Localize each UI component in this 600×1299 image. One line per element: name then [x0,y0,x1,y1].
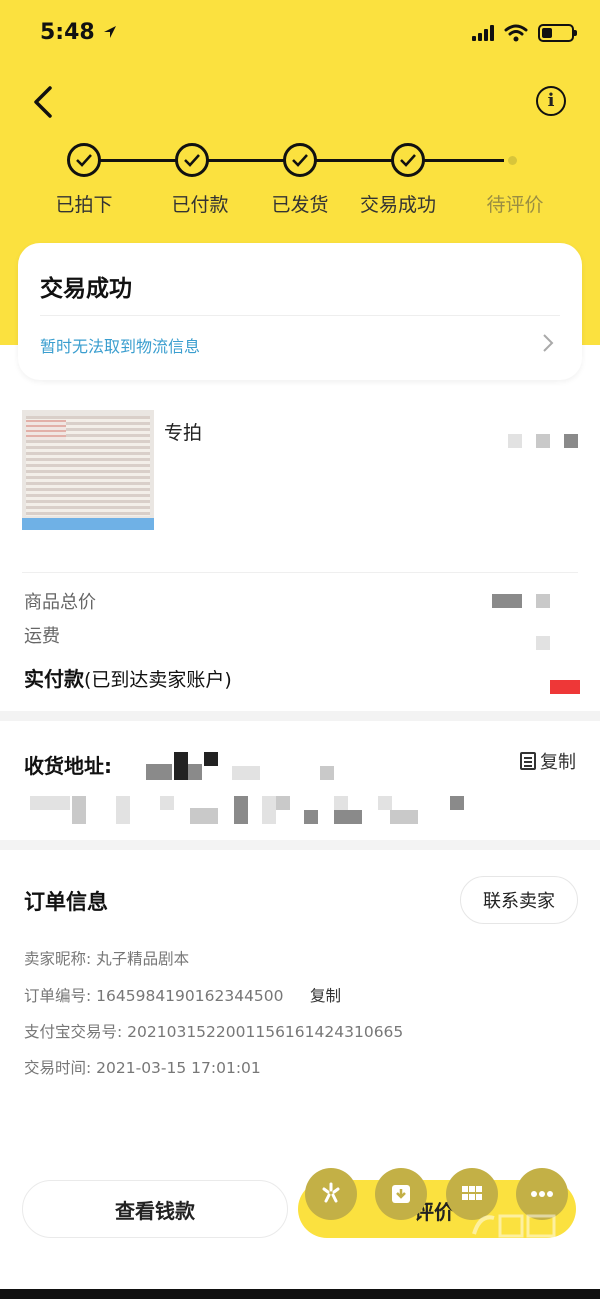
shipping-label: 运费 [24,626,60,647]
step-pending-dot [508,156,517,165]
bottom-edge [0,1289,600,1299]
section-divider [0,711,600,721]
logistics-link[interactable]: 暂时无法取到物流信息 [40,333,200,357]
step-check-icon [67,143,101,177]
divider [22,572,578,573]
redacted-text [508,434,522,448]
order-info-title: 订单信息 [24,890,108,914]
redacted-text [188,764,202,780]
copy-icon [520,752,536,770]
battery-icon [538,24,577,42]
redacted-text [30,796,70,810]
redacted-text [450,796,464,810]
order-number: 订单编号: 1645984190162344500 [24,987,284,1005]
redacted-text [190,808,218,824]
redacted-text [536,636,550,650]
redacted-text [276,796,290,810]
redacted-text [492,594,522,608]
watermark-logo [472,1214,556,1238]
redacted-text [72,796,86,824]
step-label: 交易成功 [359,194,436,216]
status-indicators [472,24,577,42]
redacted-text [334,810,362,824]
redacted-text [334,796,348,810]
download-icon[interactable] [375,1168,427,1220]
redacted-text [564,434,578,448]
divider [40,315,560,316]
cellular-signal-icon [472,25,494,41]
redacted-text [160,796,174,810]
copy-address-button[interactable]: 复制 [520,748,576,774]
chevron-right-icon[interactable] [542,333,554,353]
transaction-time: 交易时间: 2021-03-15 17:01:01 [24,1059,261,1077]
goods-total-label: 商品总价 [24,592,96,613]
redacted-text [536,434,550,448]
redacted-text [320,766,334,780]
redacted-text [304,810,318,824]
redacted-text [536,594,550,608]
redacted-text [234,796,248,824]
address-label: 收货地址: [24,754,112,778]
product-name: 专拍 [164,422,203,444]
step-check-icon [391,143,425,177]
step-check-icon [175,143,209,177]
status-time: 5:48 [40,20,118,45]
redacted-text [146,764,172,780]
section-divider [0,840,600,850]
location-arrow-icon [104,26,117,38]
redacted-text [174,752,188,780]
step-label: 已拍下 [55,194,113,216]
redacted-text [378,796,392,810]
order-status-card: 交易成功 暂时无法取到物流信息 [18,243,582,380]
product-thumbnail[interactable] [22,410,154,530]
order-status-title: 交易成功 [40,276,132,302]
redacted-text [390,810,418,824]
step-label: 待评价 [486,194,544,216]
back-arrow-icon[interactable] [28,82,60,122]
paid-amount-label: 实付款(已到达卖家账户) [24,667,232,691]
view-money-button[interactable]: 查看钱款 [22,1180,288,1238]
wifi-icon [504,24,528,42]
copy-order-number-button[interactable]: 复制 [310,984,341,1006]
redacted-text [204,752,218,766]
step-check-icon [283,143,317,177]
contact-seller-button[interactable]: 联系卖家 [460,876,578,924]
info-icon[interactable]: i [536,86,566,116]
redacted-text [116,796,130,824]
redacted-text [232,766,260,780]
redacted-text [262,796,276,824]
alipay-transaction-number: 支付宝交易号: 2021031522001156161424310665 [24,1023,404,1041]
redacted-amount [550,680,580,694]
sparkle-icon[interactable] [305,1168,357,1220]
seller-nickname: 卖家昵称: 丸子精品剧本 [24,950,190,968]
